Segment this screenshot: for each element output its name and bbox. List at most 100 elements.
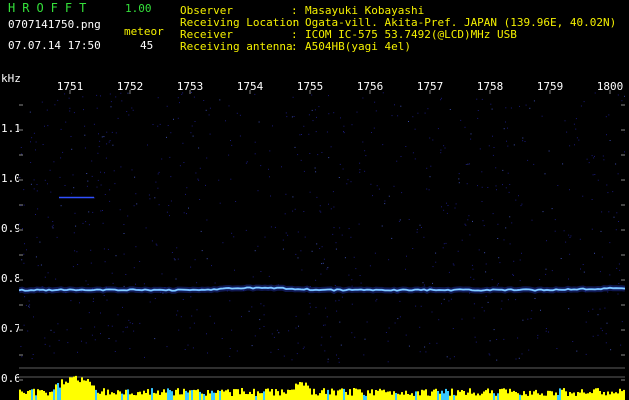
noise-dot: [454, 207, 456, 209]
level-bar: [539, 394, 541, 400]
noise-dot: [248, 310, 250, 312]
noise-dot: [82, 222, 84, 224]
level-bar: [443, 393, 445, 400]
noise-dot: [339, 321, 341, 323]
level-bar: [589, 392, 591, 400]
noise-dot: [346, 183, 348, 185]
noise-dot: [158, 204, 160, 206]
noise-dot: [441, 303, 442, 305]
noise-dot: [522, 137, 524, 139]
noise-dot: [489, 354, 491, 356]
level-bar: [223, 391, 225, 400]
noise-dot: [316, 243, 318, 245]
noise-dot: [503, 338, 505, 340]
noise-dot: [400, 105, 402, 107]
noise-dot: [607, 192, 609, 194]
noise-dot: [493, 147, 495, 148]
level-bar: [471, 393, 473, 400]
noise-dot: [617, 94, 619, 96]
noise-dot: [73, 187, 75, 189]
noise-dot: [618, 263, 620, 265]
noise-dot: [166, 346, 168, 348]
level-bar: [41, 390, 43, 400]
noise-dot: [353, 256, 355, 258]
noise-dot: [211, 265, 212, 267]
noise-dot: [519, 280, 521, 282]
noise-dot: [23, 204, 25, 206]
noise-dot: [73, 112, 75, 114]
level-bar: [335, 395, 337, 400]
noise-dot: [35, 256, 37, 258]
noise-dot: [295, 327, 297, 329]
noise-dot: [104, 172, 105, 174]
noise-dot: [101, 136, 103, 138]
noise-dot: [192, 135, 194, 137]
noise-dot: [270, 351, 272, 353]
noise-dot: [297, 231, 299, 233]
noise-dot: [182, 142, 184, 144]
noise-dot: [228, 105, 230, 107]
meteor-label: meteor: [124, 25, 164, 38]
noise-dot: [503, 128, 505, 130]
noise-dot: [616, 267, 618, 269]
noise-dot: [236, 350, 238, 352]
noise-dot: [507, 172, 509, 174]
noise-dot: [412, 116, 414, 118]
level-bar: [455, 395, 457, 400]
noise-dot: [121, 100, 123, 102]
noise-dot: [317, 154, 319, 156]
level-bar: [137, 392, 139, 400]
noise-dot: [496, 189, 497, 191]
level-bar: [227, 389, 229, 400]
level-bar: [549, 390, 551, 400]
noise-dot: [359, 162, 361, 164]
noise-dot: [197, 178, 199, 180]
noise-dot: [174, 259, 176, 261]
level-bar: [541, 393, 543, 400]
level-bar: [597, 388, 599, 400]
noise-dot: [506, 140, 507, 142]
noise-dot: [79, 302, 80, 304]
noise-dot: [327, 267, 329, 269]
level-bar: [285, 393, 287, 400]
level-bar: [93, 385, 95, 400]
noise-dot: [444, 147, 446, 149]
noise-dot: [132, 323, 134, 325]
noise-dot: [113, 170, 115, 172]
noise-dot: [338, 177, 340, 178]
noise-dot: [524, 141, 526, 142]
noise-dot: [419, 224, 421, 226]
level-bar: [399, 394, 401, 400]
noise-dot: [276, 329, 278, 331]
noise-dot: [284, 213, 286, 215]
noise-dot: [426, 167, 428, 169]
noise-dot: [429, 342, 431, 344]
level-bar: [177, 388, 179, 400]
noise-dot: [37, 208, 39, 210]
noise-dot: [26, 249, 27, 251]
level-bar: [21, 391, 23, 400]
noise-dot: [507, 127, 508, 129]
noise-dot: [364, 150, 366, 152]
noise-dot: [320, 344, 322, 346]
noise-dot: [33, 132, 35, 134]
noise-dot: [588, 310, 590, 312]
noise-dot: [568, 308, 570, 310]
level-bar: [211, 390, 213, 400]
noise-dot: [338, 361, 340, 363]
noise-dot: [311, 250, 313, 252]
noise-dot: [155, 181, 157, 183]
level-bar: [127, 389, 129, 400]
level-bar: [73, 376, 75, 400]
noise-dot: [64, 185, 66, 186]
level-bar: [511, 391, 513, 400]
noise-dot: [464, 126, 466, 128]
noise-dot: [455, 203, 457, 205]
noise-dot: [157, 125, 159, 127]
noise-dot: [496, 284, 498, 286]
noise-dot: [351, 332, 353, 334]
noise-dot: [491, 279, 493, 281]
noise-dot: [398, 220, 400, 222]
noise-dot: [565, 241, 567, 243]
noise-dot: [470, 276, 472, 278]
